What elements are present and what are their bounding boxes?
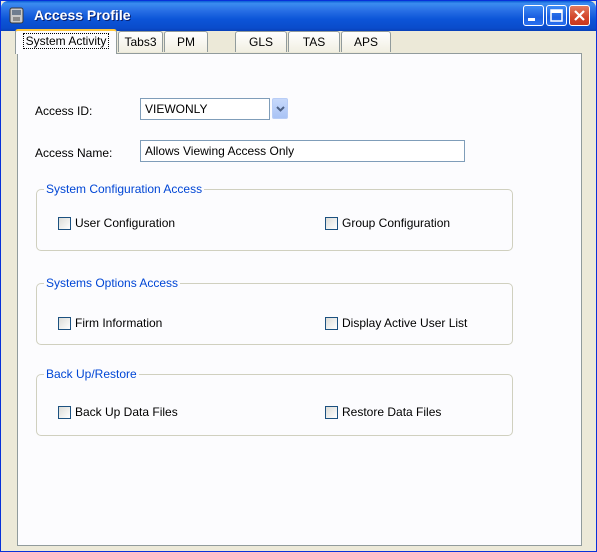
access-id-label: Access ID: — [35, 104, 93, 118]
tab-aps[interactable]: APS — [341, 31, 391, 52]
firm-information-checkbox[interactable] — [58, 317, 71, 330]
tab-label: TAS — [302, 35, 326, 49]
tab-label: APS — [353, 35, 378, 49]
tab-pm[interactable]: PM — [164, 31, 208, 52]
checkbox-label: Display Active User List — [342, 316, 468, 330]
tab-tas[interactable]: TAS — [288, 31, 340, 52]
checkbox-label: Group Configuration — [342, 216, 451, 230]
maximize-button[interactable] — [546, 5, 567, 26]
tab-label: Tabs3 — [124, 35, 157, 49]
chevron-down-icon — [276, 106, 285, 112]
access-id-dropdown-button[interactable] — [272, 98, 288, 119]
tab-panel-system-activity: Access ID: VIEWONLY Access Name: Allows … — [17, 53, 582, 546]
checkbox-label: Back Up Data Files — [75, 405, 178, 419]
title-bar[interactable]: Access Profile — [1, 1, 596, 31]
tab-system-activity[interactable]: System Activity — [15, 29, 117, 54]
checkbox-label: Firm Information — [75, 316, 163, 330]
checkbox-label: User Configuration — [75, 216, 176, 230]
restore-data-files-checkbox[interactable] — [325, 406, 338, 419]
group-back-up-restore: Back Up/Restore Back Up Data Files Resto… — [36, 367, 513, 436]
window-title: Access Profile — [34, 7, 131, 23]
tab-label: System Activity — [22, 33, 110, 49]
tab-label: PM — [177, 35, 195, 49]
tab-tabs3[interactable]: Tabs3 — [118, 31, 163, 52]
minimize-icon — [528, 18, 535, 21]
checkbox-label: Restore Data Files — [342, 405, 442, 419]
tab-label: GLS — [248, 35, 273, 49]
close-icon — [574, 10, 585, 21]
minimize-button[interactable] — [523, 5, 544, 26]
group-title: System Configuration Access — [44, 182, 205, 196]
close-button[interactable] — [569, 5, 590, 26]
access-id-combobox[interactable]: VIEWONLY — [140, 98, 270, 120]
maximize-icon — [550, 9, 563, 22]
group-title: Back Up/Restore — [44, 367, 139, 381]
access-name-field[interactable]: Allows Viewing Access Only — [140, 140, 465, 162]
back-up-data-files-checkbox[interactable] — [58, 406, 71, 419]
user-configuration-checkbox[interactable] — [58, 217, 71, 230]
display-active-user-list-checkbox[interactable] — [325, 317, 338, 330]
access-name-label: Access Name: — [35, 146, 113, 160]
tab-gls[interactable]: GLS — [235, 31, 287, 52]
group-system-configuration-access: System Configuration Access User Configu… — [36, 182, 513, 251]
group-title: Systems Options Access — [44, 276, 181, 290]
access-profile-window: Access Profile System Activity Tabs3 PM … — [0, 0, 597, 552]
group-systems-options-access: Systems Options Access Firm Information … — [36, 276, 513, 345]
app-icon — [9, 7, 24, 24]
group-configuration-checkbox[interactable] — [325, 217, 338, 230]
